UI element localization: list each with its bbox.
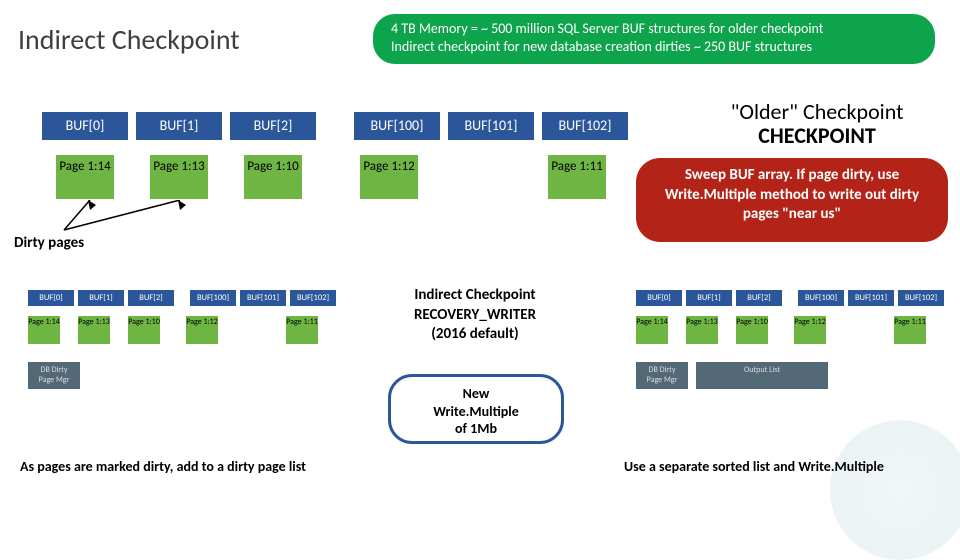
center-line-3: (2016 default): [370, 325, 580, 345]
buf-cell: BUF[1]: [136, 112, 222, 140]
page-cell: Page 1:11: [894, 316, 926, 344]
dirty-page-arrows: [60, 200, 260, 230]
slide-title: Indirect Checkpoint: [18, 22, 240, 57]
banner-line-1: 4 TB Memory = ~ 500 million SQL Server B…: [391, 20, 917, 38]
older-checkpoint-heading: "Older" Checkpoint CHECKPOINT: [682, 100, 952, 148]
page-cell: Page 1:11: [548, 155, 606, 199]
older-line-1: "Older" Checkpoint: [731, 98, 904, 125]
older-line-2: CHECKPOINT: [682, 124, 952, 148]
buf-cell: BUF[2]: [230, 112, 316, 140]
buf-cluster-left: BUF[0] BUF[1] BUF[2] BUF[100] BUF[101] B…: [28, 290, 336, 389]
page-cell: Page 1:13: [150, 155, 208, 199]
buf-cell: BUF[101]: [448, 112, 534, 140]
buf-cell: BUF[1]: [686, 290, 732, 306]
page-cell: Page 1:13: [686, 316, 718, 344]
db-dirty-page-mgr-box: DB Dirty Page Mgr: [636, 362, 688, 389]
buf-cluster-right: BUF[0] BUF[1] BUF[2] BUF[100] BUF[101] B…: [636, 290, 944, 389]
buf-cell: BUF[102]: [290, 290, 336, 306]
blue-line-2: Write.Multiple: [391, 403, 561, 421]
dirty-pages-label: Dirty pages: [14, 234, 84, 252]
buf-cell: BUF[0]: [28, 290, 74, 306]
indirect-checkpoint-label: Indirect Checkpoint RECOVERY_WRITER (201…: [370, 286, 580, 345]
background-logo: [830, 420, 960, 560]
buf-cell: BUF[0]: [636, 290, 682, 306]
page-cell: Page 1:10: [244, 155, 302, 199]
page-cell: Page 1:12: [794, 316, 826, 344]
buf-cell: BUF[2]: [128, 290, 174, 306]
buf-row-large: BUF[0] BUF[1] BUF[2] BUF[100] BUF[101] B…: [42, 112, 628, 140]
page-cell: Page 1:13: [78, 316, 110, 344]
page-cell: Page 1:12: [186, 316, 218, 344]
blue-line-1: New: [391, 385, 561, 403]
write-multiple-pill: New Write.Multiple of 1Mb: [388, 374, 564, 444]
caption-left: As pages are marked dirty, add to a dirt…: [20, 458, 306, 475]
buf-cell: BUF[101]: [848, 290, 894, 306]
buf-cell: BUF[100]: [798, 290, 844, 306]
output-list-box: Output List: [696, 362, 828, 389]
center-line-2: RECOVERY_WRITER: [370, 306, 580, 326]
center-line-1: Indirect Checkpoint: [370, 286, 580, 306]
page-cell: Page 1:14: [28, 316, 60, 344]
page-cell: Page 1:11: [286, 316, 318, 344]
buf-cell: BUF[100]: [354, 112, 440, 140]
sweep-description: Sweep BUF array. If page dirty, use Writ…: [636, 158, 948, 242]
buf-cell: BUF[102]: [542, 112, 628, 140]
buf-cell: BUF[1]: [78, 290, 124, 306]
blue-line-3: of 1Mb: [391, 420, 561, 438]
buf-cell: BUF[0]: [42, 112, 128, 140]
buf-cell: BUF[101]: [240, 290, 286, 306]
db-dirty-page-mgr-box: DB Dirty Page Mgr: [28, 362, 80, 389]
page-cell: Page 1:10: [128, 316, 160, 344]
page-cell: Page 1:14: [636, 316, 668, 344]
page-cell: Page 1:12: [360, 155, 418, 199]
memory-banner: 4 TB Memory = ~ 500 million SQL Server B…: [373, 14, 935, 64]
page-row-large: Page 1:14 Page 1:13 Page 1:10 Page 1:12 …: [56, 155, 642, 199]
banner-line-2: Indirect checkpoint for new database cre…: [391, 38, 917, 56]
buf-cell: BUF[2]: [736, 290, 782, 306]
page-cell: Page 1:14: [56, 155, 114, 199]
buf-cell: BUF[102]: [898, 290, 944, 306]
caption-right: Use a separate sorted list and Write.Mul…: [624, 458, 884, 475]
page-cell: Page 1:10: [736, 316, 768, 344]
buf-cell: BUF[100]: [190, 290, 236, 306]
